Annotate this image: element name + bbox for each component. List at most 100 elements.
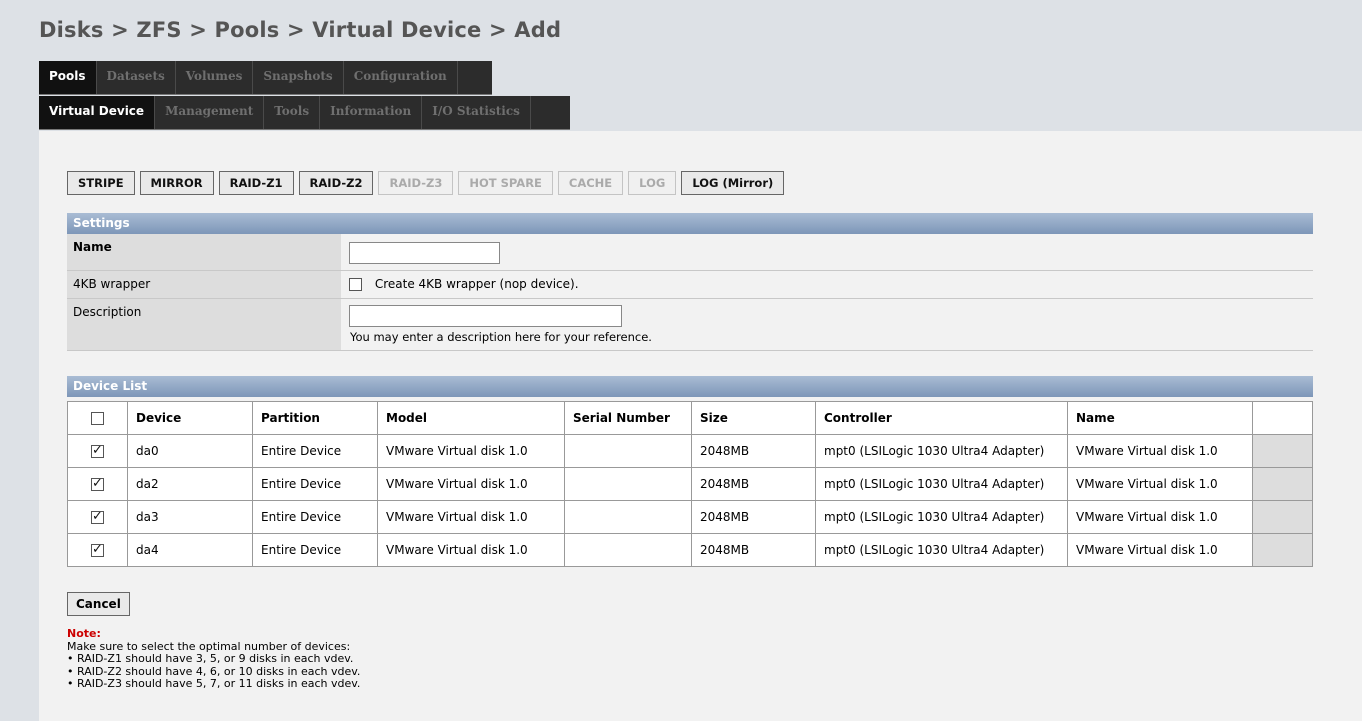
log-mirror-button[interactable]: LOG (Mirror) [681,171,785,195]
mirror-button[interactable]: MIRROR [139,171,214,195]
cell-partition: Entire Device [252,500,378,534]
select-all-cell [67,401,128,435]
tab-virtual-device[interactable]: Virtual Device [39,96,156,129]
cell-name: VMware Virtual disk 1.0 [1067,467,1253,501]
note-item: RAID-Z3 should have 5, 7, or 11 disks in… [67,677,360,691]
tab-pools[interactable]: Pools [39,61,97,94]
row-checkbox[interactable] [91,509,104,524]
tab-information[interactable]: Information [320,96,423,129]
tab-datasets[interactable]: Datasets [97,61,176,94]
content-panel: STRIPE MIRROR RAID-Z1 RAID-Z2 RAID-Z3 HO… [39,131,1362,721]
table-row[interactable]: da4 Entire Device VMware Virtual disk 1.… [67,533,1313,567]
cell-controller: mpt0 (LSILogic 1030 Ultra4 Adapter) [815,467,1068,501]
note-block: Note: Make sure to select the optimal nu… [67,627,360,691]
note-title: Note: [67,627,101,640]
log-button[interactable]: LOG [628,171,677,195]
note-item: RAID-Z1 should have 3, 5, or 9 disks in … [67,652,360,666]
cell-model: VMware Virtual disk 1.0 [377,500,565,534]
tab-snapshots[interactable]: Snapshots [253,61,344,94]
cell-serial [564,500,692,534]
cell-filler [1252,500,1313,534]
page-title: Disks > ZFS > Pools > Virtual Device > A… [39,18,562,42]
cell-size: 2048MB [691,434,816,468]
cache-button[interactable]: CACHE [557,171,624,195]
cell-partition: Entire Device [252,434,378,468]
cell-partition: Entire Device [252,467,378,501]
row-select-cell [67,434,128,468]
tab-volumes[interactable]: Volumes [176,61,254,94]
cell-filler [1252,533,1313,567]
name-row: Name [67,234,1313,271]
cell-device: da4 [127,533,253,567]
cell-name: VMware Virtual disk 1.0 [1067,500,1253,534]
description-input[interactable] [349,305,622,327]
hot-spare-button[interactable]: HOT SPARE [458,171,553,195]
wrapper-value: Create 4KB wrapper (nop device). [349,277,579,298]
row-checkbox[interactable] [91,443,104,458]
wrapper-checkbox[interactable] [349,278,362,291]
raid-z1-button[interactable]: RAID-Z1 [218,171,294,195]
description-row: Description You may enter a description … [67,299,1313,351]
cell-model: VMware Virtual disk 1.0 [377,434,565,468]
col-device[interactable]: Device [127,401,253,435]
raid-z2-button[interactable]: RAID-Z2 [298,171,374,195]
cell-size: 2048MB [691,500,816,534]
tab-configuration[interactable]: Configuration [344,61,458,94]
settings-header: Settings [67,213,1313,234]
cell-serial [564,467,692,501]
cell-device: da2 [127,467,253,501]
wrapper-row: 4KB wrapper Create 4KB wrapper (nop devi… [67,271,1313,299]
col-controller[interactable]: Controller [815,401,1068,435]
cell-size: 2048MB [691,467,816,501]
vdev-type-buttons: STRIPE MIRROR RAID-Z1 RAID-Z2 RAID-Z3 HO… [67,171,785,195]
tab-io-statistics[interactable]: I/O Statistics [422,96,531,129]
description-label: Description [67,299,341,350]
col-model[interactable]: Model [377,401,565,435]
col-serial[interactable]: Serial Number [564,401,692,435]
row-select-cell [67,500,128,534]
table-row[interactable]: da3 Entire Device VMware Virtual disk 1.… [67,500,1313,534]
name-input[interactable] [349,242,500,264]
select-all-checkbox[interactable] [91,412,104,425]
description-hint: You may enter a description here for you… [350,330,652,344]
cell-controller: mpt0 (LSILogic 1030 Ultra4 Adapter) [815,500,1068,534]
raid-z3-button[interactable]: RAID-Z3 [378,171,454,195]
row-checkbox[interactable] [91,542,104,557]
cell-size: 2048MB [691,533,816,567]
col-name[interactable]: Name [1067,401,1253,435]
col-size[interactable]: Size [691,401,816,435]
table-row[interactable]: da0 Entire Device VMware Virtual disk 1.… [67,434,1313,468]
cell-name: VMware Virtual disk 1.0 [1067,533,1253,567]
wrapper-label: 4KB wrapper [67,271,341,298]
cell-controller: mpt0 (LSILogic 1030 Ultra4 Adapter) [815,434,1068,468]
device-list-header: Device List [67,376,1313,397]
table-header-row: Device Partition Model Serial Number Siz… [67,401,1313,435]
device-table: Device Partition Model Serial Number Siz… [67,401,1313,567]
cell-device: da3 [127,500,253,534]
cell-serial [564,533,692,567]
cell-filler [1252,434,1313,468]
col-partition[interactable]: Partition [252,401,378,435]
primary-tabbar: Pools Datasets Volumes Snapshots Configu… [39,61,492,95]
cancel-button[interactable]: Cancel [67,592,130,616]
tab-tools[interactable]: Tools [264,96,321,129]
table-row[interactable]: da2 Entire Device VMware Virtual disk 1.… [67,467,1313,501]
wrapper-text: Create 4KB wrapper (nop device). [374,277,579,291]
col-actions [1252,401,1313,435]
cell-model: VMware Virtual disk 1.0 [377,467,565,501]
cell-name: VMware Virtual disk 1.0 [1067,434,1253,468]
row-select-cell [67,467,128,501]
tab-management[interactable]: Management [155,96,265,129]
cell-model: VMware Virtual disk 1.0 [377,533,565,567]
row-checkbox[interactable] [91,476,104,491]
cell-partition: Entire Device [252,533,378,567]
name-label: Name [67,234,341,270]
cell-device: da0 [127,434,253,468]
cell-filler [1252,467,1313,501]
secondary-tabbar: Virtual Device Management Tools Informat… [39,96,570,130]
row-select-cell [67,533,128,567]
note-list: RAID-Z1 should have 3, 5, or 9 disks in … [67,652,360,691]
cell-serial [564,434,692,468]
stripe-button[interactable]: STRIPE [67,171,135,195]
cell-controller: mpt0 (LSILogic 1030 Ultra4 Adapter) [815,533,1068,567]
